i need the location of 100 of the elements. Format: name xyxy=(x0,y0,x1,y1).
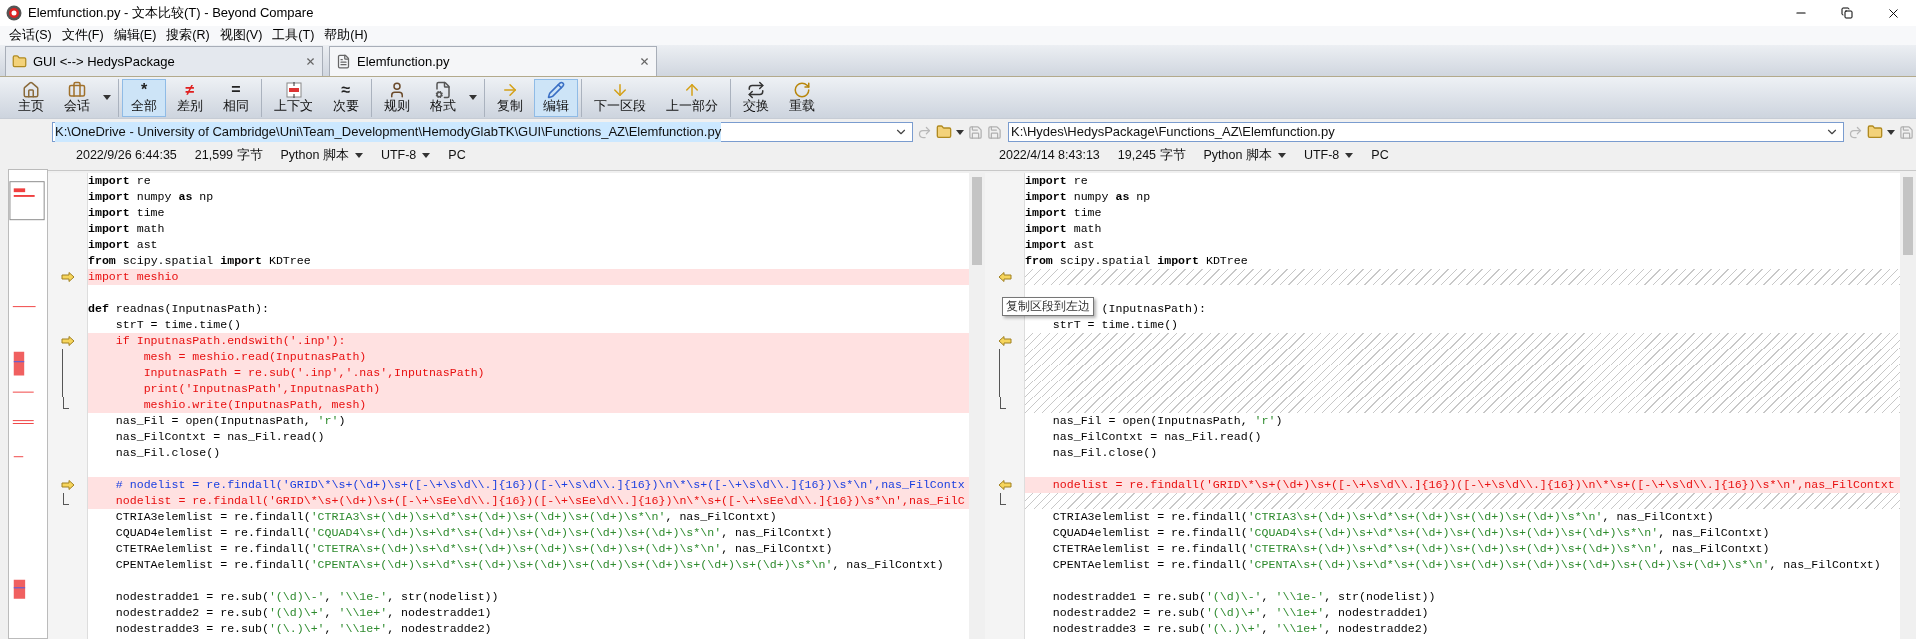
code-line: CTRIA3elemlist = re.findall('CTRIA3\s+(\d+)\s+\d*\s+(\d+)\s+(\d+)\s+(\d+)\s*\n', nas_FilContxt) xyxy=(114,510,777,523)
toolbar-button[interactable]: 编辑 xyxy=(534,78,578,117)
toolbar-button[interactable]: ≠ 差别 xyxy=(168,78,212,117)
code-line: def readnas(InputnasPath): xyxy=(88,302,269,315)
code-line: nodelist = re.findall('GRID\*\s+(\d+)\s+([-\+\s\d\\.]{16})([-\+\s\d\\.]{16})\n\*\s+([-\+\s\d\\.]{16})\s*\n',nas_FilContxt xyxy=(1051,478,1895,491)
redo-icon[interactable] xyxy=(1848,124,1863,140)
menu-item[interactable]: 视图(V) xyxy=(214,26,268,45)
code-line: import re xyxy=(1025,174,1088,187)
briefcase-icon xyxy=(68,81,86,100)
arrow-right-icon[interactable] xyxy=(60,336,75,346)
code-line: if InputnasPath.endswith('.inp'): xyxy=(114,334,346,347)
code-line: import time xyxy=(1025,206,1102,219)
arrow-left-icon[interactable] xyxy=(997,336,1012,346)
encoding-dropdown[interactable]: UTF-8 xyxy=(380,145,431,165)
code-line: mesh = meshio.read(InputnasPath) xyxy=(142,350,367,363)
code-line: # nodelist = re.findall('GRID\*\s+(\d+)\s+([-\+\s\d\\.]{16})([-\+\s\d\\.]{16})\n\*\s+([-\+\s\d\\.]{16})\s*\n',nas_FilContx xyxy=(114,478,965,491)
code-line: import ast xyxy=(88,238,158,251)
person-icon xyxy=(388,81,406,100)
code-line: CQUAD4elemlist = re.findall('CQUAD4\s+(\d+)\s+\d*\s+(\d+)\s+(\d+)\s+(\d+)\s+(\d+)\s*\n', nas_FilContxt) xyxy=(1051,526,1770,539)
save-icon[interactable] xyxy=(987,124,1002,140)
dropdown-caret-icon[interactable] xyxy=(1277,152,1286,158)
dropdown-caret-icon[interactable] xyxy=(354,152,363,158)
code-line: InputnasPath = re.sub('.inp','.nas',InputnasPath) xyxy=(142,366,485,379)
toolbar-button[interactable]: 上一部分 xyxy=(657,78,727,117)
code-line: CQUAD4elemlist = re.findall('CQUAD4\s+(\d+)\s+\d*\s+(\d+)\s+(\d+)\s+(\d+)\s+(\d+)\s*\n', nas_FilContxt) xyxy=(114,526,833,539)
menu-item[interactable]: 编辑(E) xyxy=(108,26,162,45)
code-line: nas_Fil.close() xyxy=(114,446,221,459)
code-line: nodestradde2 = re.sub('(\d)\+', '\\1e+', nodestradde1) xyxy=(114,606,492,619)
close-icon[interactable] xyxy=(305,56,316,68)
tab[interactable]: GUI <--> HedysPackage xyxy=(5,46,323,77)
code-line: nas_Fil = open(InputnasPath, 'r') xyxy=(1051,414,1283,427)
redo-icon[interactable] xyxy=(917,124,932,140)
arrow-right-icon[interactable] xyxy=(60,272,75,282)
file-size: 21,599 字节 xyxy=(194,146,263,164)
menu-item[interactable]: 工具(T) xyxy=(267,26,320,45)
code-line: import math xyxy=(1025,222,1102,235)
code-editor[interactable] xyxy=(88,173,969,639)
toolbar-button[interactable]: 复制 xyxy=(488,78,532,117)
code-line: print('InputnasPath',InputnasPath) xyxy=(142,382,381,395)
toolbar-button[interactable]: 重载 xyxy=(780,78,824,117)
code-line: nodestradde3 = re.sub('(\.)\+', '\\1e+', nodestradde2) xyxy=(1051,622,1429,635)
tooltip: 复制区段到左边 xyxy=(1002,297,1094,316)
code-line: import math xyxy=(88,222,165,235)
code-line: nas_Fil = open(InputnasPath, 'r') xyxy=(114,414,346,427)
menu-item[interactable]: 文件(F) xyxy=(56,26,109,45)
home-icon xyxy=(22,81,40,100)
tab-label: Elemfunction.py xyxy=(357,53,450,72)
toolbar-button[interactable]: 上下文 xyxy=(265,78,322,117)
encoding-dropdown[interactable]: UTF-8 xyxy=(1303,145,1354,165)
dropdown-caret-icon[interactable] xyxy=(422,152,431,158)
code-line: nodestradde1 = re.sub('(\d)\-', '\\1e-', str(nodelist)) xyxy=(1051,590,1436,603)
format-dropdown[interactable]: Python 脚本 xyxy=(1203,145,1286,165)
code-line: CPENTAelemlist = re.findall('CPENTA\s+(\d+)\s+\d*\s+(\d+)\s+(\d+)\s+(\d+)\s+(\d+)\s+(\d+)\s+(\d+)\s*\n', nas_FilContxt) xyxy=(114,558,944,571)
line-ending-dropdown[interactable]: PC xyxy=(448,145,466,165)
pencil-icon xyxy=(547,81,565,100)
arrow-left-icon[interactable] xyxy=(997,480,1012,490)
toolbar-button[interactable]: 主页 xyxy=(9,78,53,117)
path-field[interactable]: K:\OneDrive - University of Cambridge\Uni\Team_Development\HemodyGlabTK\GUI\Functions_AZ\Elemfunction.py xyxy=(52,122,913,142)
toolbar-button[interactable]: ≈ 次要 xyxy=(324,78,368,117)
toolbar-button[interactable]: = 相同 xyxy=(214,78,258,117)
code-line: import ast xyxy=(1025,238,1095,251)
format-icon xyxy=(434,81,452,100)
reload-icon xyxy=(793,81,811,100)
arrow-left-icon[interactable] xyxy=(997,272,1012,282)
toolbar-button[interactable]: 格式 xyxy=(421,78,465,117)
path-field[interactable]: K:\Hydes\HedysPackage\Functions_AZ\Elemfunction.py xyxy=(1008,122,1844,142)
code-line: nodestradde1 = re.sub('(\d)\-', '\\1e-', str(nodelist)) xyxy=(114,590,499,603)
close-icon[interactable] xyxy=(639,56,650,68)
toolbar-button[interactable]: 交换 xyxy=(734,78,778,117)
code-line: nodelist = re.findall('GRID\*\s+(\d+)\s+([-\+\sEe\d\\.]{16})([-\+\sEe\d\\.]{16})\n\*\s+([-\+\sEe\d\\.]{16})\s*\n',nas_FilC xyxy=(114,494,965,507)
folder-icon xyxy=(12,54,27,70)
context-icon xyxy=(284,81,303,100)
dropdown-caret-icon[interactable] xyxy=(956,129,964,135)
arrow-right-icon[interactable] xyxy=(60,480,75,490)
file-size: 19,245 字节 xyxy=(1117,146,1186,164)
file-date: 2022/9/26 6:44:35 xyxy=(76,146,177,164)
menu-item[interactable]: 搜索(R) xyxy=(161,26,215,45)
toolbar-button[interactable]: 会话 xyxy=(55,78,99,117)
code-line: meshio.write(InputnasPath, mesh) xyxy=(142,398,367,411)
code-line: nodestradde3 = re.sub('(\.)\+', '\\1e+', nodestradde2) xyxy=(114,622,492,635)
tab[interactable]: Elemfunction.py xyxy=(329,46,657,77)
toolbar-button[interactable]: 规则 xyxy=(375,78,419,117)
dropdown-caret-icon[interactable] xyxy=(1887,129,1895,135)
code-line: import numpy as np xyxy=(1025,190,1151,203)
code-line: CPENTAelemlist = re.findall('CPENTA\s+(\d+)\s+\d*\s+(\d+)\s+(\d+)\s+(\d+)\s+(\d+)\s+(\d+)\s+(\d+)\s*\n', nas_FilContxt) xyxy=(1051,558,1881,571)
dropdown-caret-icon[interactable] xyxy=(469,95,477,101)
restore-icon xyxy=(1841,7,1853,19)
format-dropdown[interactable]: Python 脚本 xyxy=(280,145,363,165)
code-line: nodestradde2 = re.sub('(\d)\+', '\\1e+', nodestradde1) xyxy=(1051,606,1429,619)
toolbar-button[interactable]: 下一区段 xyxy=(585,78,655,117)
dropdown-caret-icon[interactable] xyxy=(103,95,111,101)
diff-overview-drawing[interactable] xyxy=(8,169,48,639)
menu-item[interactable]: 帮助(H) xyxy=(319,26,373,45)
line-ending-dropdown[interactable]: PC xyxy=(1371,145,1389,165)
menu-item[interactable]: 会话(S) xyxy=(4,26,57,45)
code-line: import re xyxy=(88,174,151,187)
code-line: nas_FilContxt = nas_Fil.read() xyxy=(1051,430,1262,443)
dropdown-caret-icon[interactable] xyxy=(1345,152,1354,158)
toolbar-button[interactable]: * 全部 xyxy=(122,78,166,117)
code-line: nas_Fil.close() xyxy=(1051,446,1158,459)
